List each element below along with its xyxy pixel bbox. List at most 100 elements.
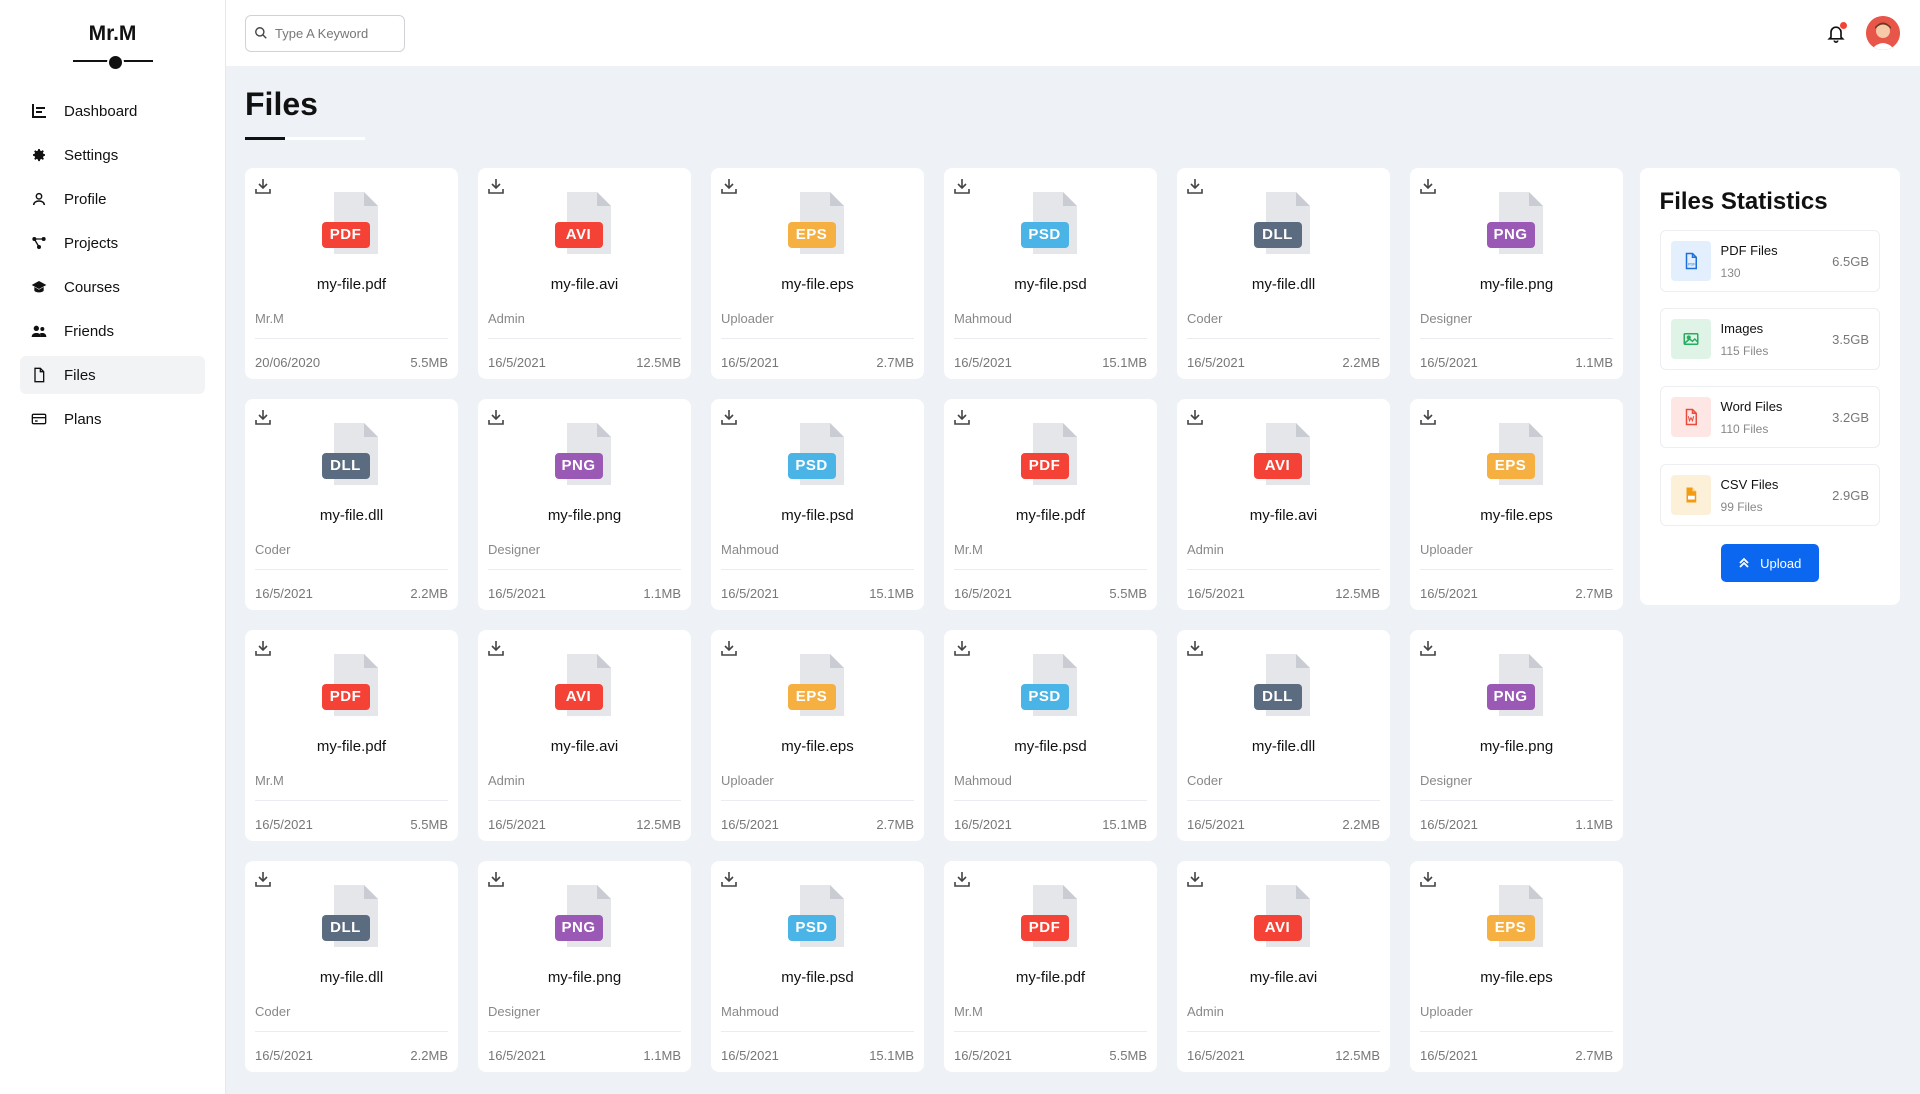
search-input[interactable] — [275, 25, 395, 41]
file-date: 16/5/2021 — [1187, 1048, 1245, 1063]
file-type-badge: PDF — [1020, 453, 1069, 479]
title-underline — [245, 137, 365, 140]
download-icon[interactable] — [488, 871, 504, 887]
file-type-badge: DLL — [321, 915, 370, 941]
file-card[interactable]: PDF my-file.pdf Mr.M 16/5/2021 5.5MB — [245, 630, 458, 841]
stat-item[interactable]: Images 115 Files 3.5GB — [1659, 308, 1880, 370]
download-icon[interactable] — [488, 640, 504, 656]
file-meta: 16/5/2021 1.1MB — [488, 1048, 681, 1063]
download-icon[interactable] — [954, 178, 970, 194]
stat-text: PDF Files 130 — [1721, 243, 1833, 280]
file-card[interactable]: EPS my-file.eps Uploader 16/5/2021 2.7MB — [711, 168, 924, 379]
upload-button[interactable]: Upload — [1720, 544, 1819, 582]
file-name: my-file.png — [547, 507, 622, 524]
sidebar-item-dashboard[interactable]: Dashboard — [20, 92, 205, 130]
file-card[interactable]: AVI my-file.avi Admin 16/5/2021 12.5MB — [478, 168, 691, 379]
file-owner: Mahmoud — [721, 1004, 914, 1032]
file-date: 16/5/2021 — [488, 1048, 546, 1063]
file-type-badge: AVI — [1253, 915, 1302, 941]
file-type-icon: PDF — [1020, 885, 1081, 949]
file-card[interactable]: PDF my-file.pdf Mr.M 16/5/2021 5.5MB — [944, 861, 1157, 1072]
file-card[interactable]: PSD my-file.psd Mahmoud 16/5/2021 15.1MB — [944, 630, 1157, 841]
file-date: 16/5/2021 — [721, 1048, 779, 1063]
file-card[interactable]: DLL my-file.dll Coder 16/5/2021 2.2MB — [1177, 630, 1390, 841]
file-card[interactable]: PNG my-file.png Designer 16/5/2021 1.1MB — [478, 399, 691, 610]
download-icon[interactable] — [488, 409, 504, 425]
file-date: 16/5/2021 — [954, 355, 1012, 370]
file-card[interactable]: EPS my-file.eps Uploader 16/5/2021 2.7MB — [711, 630, 924, 841]
download-icon[interactable] — [255, 871, 271, 887]
file-card[interactable]: DLL my-file.dll Coder 16/5/2021 2.2MB — [245, 861, 458, 1072]
notification-dot — [1839, 21, 1848, 30]
download-icon[interactable] — [721, 640, 737, 656]
file-date: 16/5/2021 — [488, 817, 546, 832]
file-card[interactable]: EPS my-file.eps Uploader 16/5/2021 2.7MB — [1410, 861, 1623, 1072]
download-icon[interactable] — [954, 871, 970, 887]
file-card[interactable]: DLL my-file.dll Coder 16/5/2021 2.2MB — [1177, 168, 1390, 379]
file-card[interactable]: DLL my-file.dll Coder 16/5/2021 2.2MB — [245, 399, 458, 610]
file-owner: Mahmoud — [954, 773, 1147, 801]
sidebar-item-projects[interactable]: Projects — [20, 224, 205, 262]
file-meta: 16/5/2021 2.2MB — [1187, 817, 1380, 832]
notification-button[interactable] — [1824, 21, 1848, 45]
image-icon — [1670, 319, 1711, 359]
download-icon[interactable] — [954, 640, 970, 656]
pdf-file-icon: PDF — [1670, 241, 1711, 281]
stat-size: 3.5GB — [1832, 331, 1869, 347]
file-size: 2.7MB — [876, 817, 914, 832]
file-card[interactable]: EPS my-file.eps Uploader 16/5/2021 2.7MB — [1410, 399, 1623, 610]
file-card[interactable]: PNG my-file.png Designer 16/5/2021 1.1MB — [1410, 630, 1623, 841]
download-icon[interactable] — [1420, 409, 1436, 425]
stat-item[interactable]: CSV Files 99 Files 2.9GB — [1659, 464, 1880, 526]
sidebar-item-files[interactable]: Files — [20, 356, 205, 394]
file-meta: 16/5/2021 12.5MB — [1187, 586, 1380, 601]
sidebar-item-settings[interactable]: Settings — [20, 136, 205, 174]
file-size: 5.5MB — [1109, 1048, 1147, 1063]
file-card[interactable]: PNG my-file.png Designer 16/5/2021 1.1MB — [1410, 168, 1623, 379]
sidebar-item-profile[interactable]: Profile — [20, 180, 205, 218]
search-box[interactable] — [245, 14, 405, 52]
download-icon[interactable] — [721, 178, 737, 194]
stat-text: Images 115 Files — [1721, 321, 1833, 358]
file-type-icon: AVI — [554, 654, 615, 718]
file-card[interactable]: PDF my-file.pdf Mr.M 16/5/2021 5.5MB — [944, 399, 1157, 610]
sidebar-item-courses[interactable]: Courses — [20, 268, 205, 306]
file-card[interactable]: PSD my-file.psd Mahmoud 16/5/2021 15.1MB — [711, 399, 924, 610]
download-icon[interactable] — [1187, 871, 1203, 887]
file-owner: Mr.M — [954, 1004, 1147, 1032]
download-icon[interactable] — [1420, 178, 1436, 194]
stat-item[interactable]: PDF PDF Files 130 6.5GB — [1659, 230, 1880, 292]
avatar[interactable] — [1866, 16, 1900, 50]
download-icon[interactable] — [721, 409, 737, 425]
files-statistics-panel: Files Statistics PDF PDF Files 130 6.5GB Ima… — [1639, 168, 1900, 605]
sidebar-item-plans[interactable]: Plans — [20, 400, 205, 438]
file-card[interactable]: AVI my-file.avi Admin 16/5/2021 12.5MB — [1177, 861, 1390, 1072]
file-owner: Coder — [255, 542, 448, 570]
stat-label: Word Files — [1720, 398, 1783, 414]
download-icon[interactable] — [488, 178, 504, 194]
file-name: my-file.pdf — [316, 738, 387, 755]
download-icon[interactable] — [255, 178, 271, 194]
file-card[interactable]: AVI my-file.avi Admin 16/5/2021 12.5MB — [1177, 399, 1390, 610]
file-card[interactable]: PSD my-file.psd Mahmoud 16/5/2021 15.1MB — [944, 168, 1157, 379]
file-card[interactable]: PSD my-file.psd Mahmoud 16/5/2021 15.1MB — [711, 861, 924, 1072]
upload-label: Upload — [1760, 555, 1802, 571]
stat-item[interactable]: Word Files 110 Files 3.2GB — [1659, 386, 1880, 448]
download-icon[interactable] — [1187, 178, 1203, 194]
file-icon — [30, 366, 48, 384]
download-icon[interactable] — [255, 640, 271, 656]
download-icon[interactable] — [1420, 640, 1436, 656]
download-icon[interactable] — [1187, 640, 1203, 656]
file-type-badge: AVI — [554, 222, 603, 248]
file-type-icon: PSD — [1020, 654, 1081, 718]
sidebar-item-friends[interactable]: Friends — [20, 312, 205, 350]
file-card[interactable]: PDF my-file.pdf Mr.M 20/06/2020 5.5MB — [245, 168, 458, 379]
file-card[interactable]: PNG my-file.png Designer 16/5/2021 1.1MB — [478, 861, 691, 1072]
upload-wrap: Upload — [1660, 544, 1880, 582]
download-icon[interactable] — [255, 409, 271, 425]
download-icon[interactable] — [1420, 871, 1436, 887]
file-card[interactable]: AVI my-file.avi Admin 16/5/2021 12.5MB — [478, 630, 691, 841]
download-icon[interactable] — [954, 409, 970, 425]
download-icon[interactable] — [1187, 409, 1203, 425]
download-icon[interactable] — [721, 871, 737, 887]
